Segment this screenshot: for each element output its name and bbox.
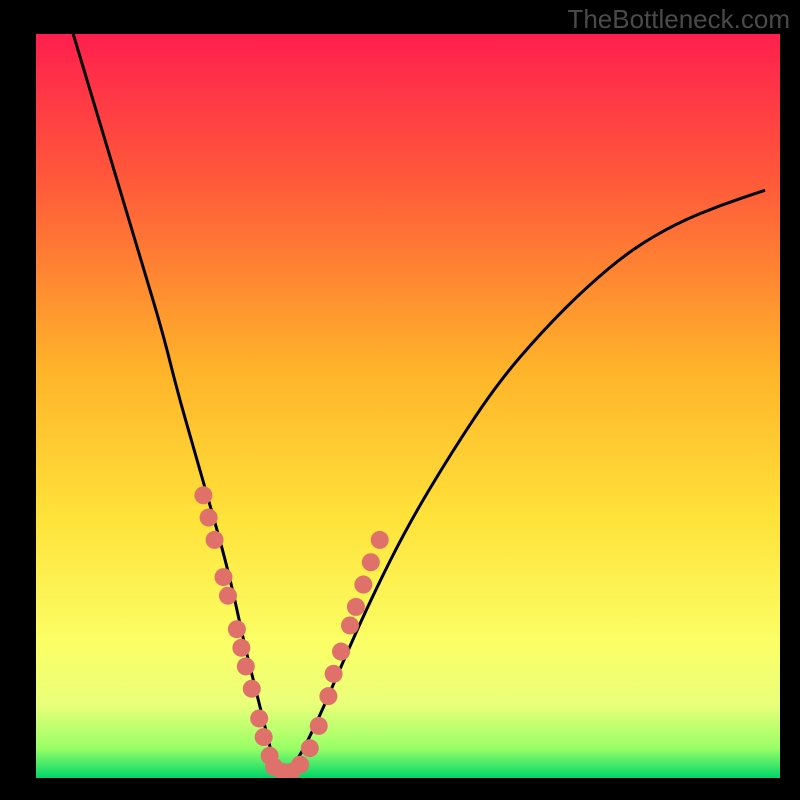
marker-dot [255,728,273,746]
marker-dot [341,616,359,634]
marker-dot [250,709,268,727]
marker-dot [200,509,218,527]
marker-dot [325,665,343,683]
marker-dot [362,553,380,571]
marker-dot [232,639,250,657]
marker-dot [206,531,224,549]
marker-dot [347,598,365,616]
plot-area [36,34,780,778]
marker-dot [354,576,372,594]
marker-dot [332,643,350,661]
marker-dot [301,739,319,757]
marker-dot [194,486,212,504]
v-curve-path [73,34,765,771]
marker-dot [237,657,255,675]
marker-dots-group [194,486,388,778]
marker-dot [214,568,232,586]
marker-dot [243,680,261,698]
marker-dot [228,620,246,638]
watermark-text: TheBottleneck.com [567,4,790,35]
v-curve-svg [36,34,780,778]
chart-frame [20,34,780,794]
marker-dot [319,687,337,705]
marker-dot [219,587,237,605]
marker-dot [310,717,328,735]
marker-dot [371,531,389,549]
marker-dot [291,756,309,774]
